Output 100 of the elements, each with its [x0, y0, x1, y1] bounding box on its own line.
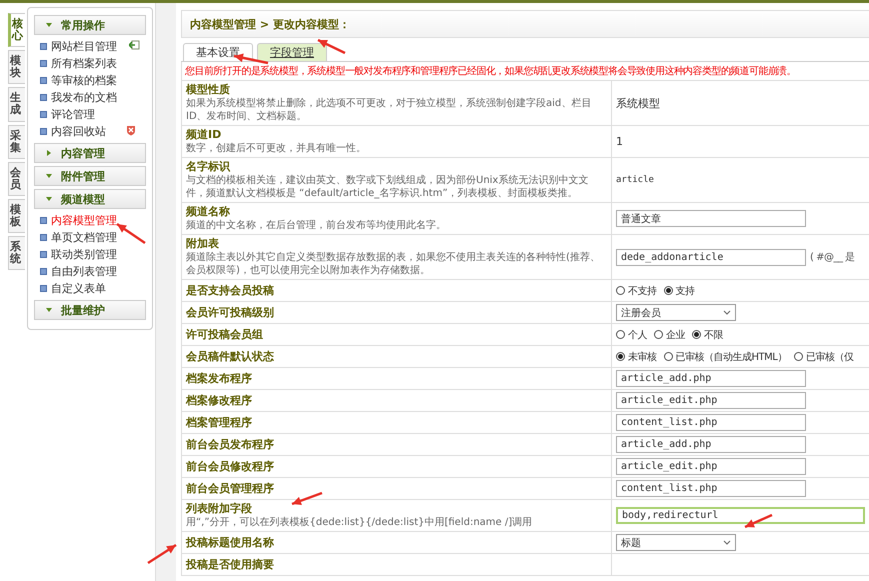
caret-down-icon — [45, 172, 53, 180]
input-field[interactable]: content_list.php — [616, 480, 806, 497]
shield-icon[interactable] — [126, 124, 136, 136]
breadcrumb: 内容模型管理 > 更改内容模型： — [181, 10, 869, 38]
radio-button[interactable] — [692, 330, 701, 339]
caret-down-icon — [45, 21, 53, 29]
sidebar-item[interactable]: 单页文档管理 — [51, 230, 117, 245]
side-tab[interactable]: 生成 — [8, 87, 25, 122]
bullet-icon — [40, 285, 47, 292]
field-description: 如果为系统模型将禁止删除，此选项不可更改，对于独立模型，系统强制创建字段aid、栏目ID、发布时间、文档标题。 — [186, 97, 592, 123]
field-label: 会员稿件默认状态 — [186, 350, 274, 364]
side-tab[interactable]: 会员 — [8, 162, 25, 196]
select-field[interactable]: 注册会员 — [616, 304, 736, 321]
sidebar-item[interactable]: 自定义表单 — [51, 281, 106, 296]
input-field[interactable]: content_list.php — [616, 414, 806, 431]
tab[interactable]: 字段管理 — [257, 43, 327, 61]
bullet-icon — [40, 268, 47, 275]
caret-down-icon — [45, 195, 53, 203]
radio-option[interactable]: 不支持 — [616, 284, 656, 298]
field-label: 会员许可投稿级别 — [186, 306, 274, 320]
side-tab[interactable]: 模块 — [8, 50, 25, 84]
bullet-icon — [40, 251, 47, 258]
sidebar-item[interactable]: 所有档案列表 — [51, 56, 117, 71]
side-tab[interactable]: 系统 — [8, 236, 25, 270]
sidebar-item[interactable]: 内容回收站 — [51, 124, 106, 139]
field-label: 档案修改程序 — [186, 394, 252, 408]
group-header[interactable]: 常用操作 — [34, 15, 146, 35]
input-field[interactable]: body,redirecturl — [616, 507, 865, 524]
bullet-icon — [40, 94, 47, 101]
sidebar-item[interactable]: 自由列表管理 — [51, 264, 117, 279]
annotation-arrow — [744, 514, 772, 528]
bullet-icon — [40, 128, 47, 135]
radio-option[interactable]: 支持 — [664, 284, 694, 298]
radio-option[interactable]: 企业 — [654, 328, 685, 342]
caret-down-icon[interactable] — [723, 310, 731, 315]
field-value: 系统模型 — [616, 96, 660, 110]
sidebar-item[interactable]: 内容模型管理 — [51, 213, 117, 228]
field-description: 用“,”分开，可以在列表模板{dede:list}{/dede:list}中用[field:name /]调用 — [186, 516, 532, 529]
field-label: 是否支持会员投稿 — [186, 284, 274, 298]
field-label: 档案管理程序 — [186, 416, 252, 430]
radio-option[interactable]: 不限 — [692, 328, 723, 342]
radio-button[interactable] — [654, 330, 663, 339]
field-label: 许可投稿会员组 — [186, 328, 263, 342]
field-description: 频道除主表以外其它自定义类型数据存放数据的表，如果您不使用主表关连的各种特性(推荐、会员权限等)，也可以使用完全以附加表作为存储数据。 — [186, 251, 601, 277]
group-header[interactable]: 内容管理 — [34, 143, 146, 163]
radio-button[interactable] — [794, 352, 803, 361]
input-field[interactable]: article_edit.php — [616, 458, 806, 475]
caret-down-icon[interactable] — [723, 540, 731, 545]
group-header[interactable]: 频道模型 — [34, 189, 146, 209]
radio-option[interactable]: 未审核 — [616, 350, 656, 364]
bullet-icon — [40, 234, 47, 241]
field-note: ( #@__ 是 — [810, 251, 855, 264]
sidebar-item[interactable]: 评论管理 — [51, 107, 95, 122]
field-label: 频道名称 — [186, 205, 230, 219]
sidebar-item[interactable]: 联动类别管理 — [51, 247, 117, 262]
radio-button[interactable] — [664, 286, 672, 295]
field-label: 列表附加字段 — [186, 502, 252, 516]
annotation-arrow — [147, 544, 177, 564]
radio-option[interactable]: 已审核（仅 — [794, 350, 854, 364]
field-label: 频道ID — [186, 128, 222, 142]
radio-button[interactable] — [616, 330, 625, 339]
sidebar-item[interactable]: 网站栏目管理 — [51, 39, 117, 54]
annotation-arrow — [116, 222, 146, 244]
field-value: article — [616, 175, 654, 185]
annotation-arrow — [317, 38, 346, 54]
group-header[interactable]: 批量维护 — [34, 300, 146, 320]
input-field[interactable]: article_edit.php — [616, 392, 806, 409]
add-entry-icon[interactable] — [129, 40, 140, 50]
bullet-icon — [40, 77, 47, 84]
field-label: 前台会员管理程序 — [186, 482, 274, 496]
caret-right-icon — [45, 149, 53, 157]
field-value: 1 — [616, 135, 623, 148]
sidebar-item[interactable]: 等审核的档案 — [51, 73, 117, 88]
select-field[interactable]: 标题 — [616, 534, 736, 551]
radio-button[interactable] — [616, 286, 625, 295]
input-field[interactable]: article_add.php — [616, 370, 806, 387]
annotation-arrow — [292, 492, 322, 506]
sidebar-item[interactable]: 我发布的文档 — [51, 90, 117, 105]
bullet-icon — [40, 43, 47, 50]
radio-button[interactable] — [664, 352, 672, 361]
side-tab[interactable]: 核心 — [8, 13, 25, 48]
field-label: 投稿标题使用名称 — [186, 536, 274, 550]
side-tab[interactable]: 模板 — [8, 198, 25, 234]
radio-button[interactable] — [616, 352, 625, 361]
field-label: 档案发布程序 — [186, 372, 252, 386]
input-field[interactable]: 普通文章 — [616, 210, 806, 227]
side-tab[interactable]: 采集 — [8, 124, 25, 159]
group-header[interactable]: 附件管理 — [34, 166, 146, 186]
field-label: 附加表 — [186, 237, 219, 251]
field-label: 名字标识 — [186, 160, 230, 174]
radio-option[interactable]: 已审核（自动生成HTML） — [664, 350, 787, 364]
bullet-icon — [40, 60, 47, 67]
input-field[interactable]: dede_addonarticle — [616, 248, 806, 266]
field-description: 数字，创建后不可更改，并具有唯一性。 — [186, 142, 366, 155]
caret-down-icon — [45, 306, 53, 314]
field-label: 前台会员修改程序 — [186, 460, 274, 474]
field-label: 投稿是否使用摘要 — [186, 558, 274, 572]
input-field[interactable]: article_add.php — [616, 436, 806, 453]
field-description: 与文档的模板相关连，建议由英文、数字或下划线组成，因为部份Unix系统无法识别中文文件，频道默认文档模板是 “default/article_名字标识.htm”，列表模板、封面模板类推。 — [186, 174, 590, 200]
radio-option[interactable]: 个人 — [616, 328, 647, 342]
